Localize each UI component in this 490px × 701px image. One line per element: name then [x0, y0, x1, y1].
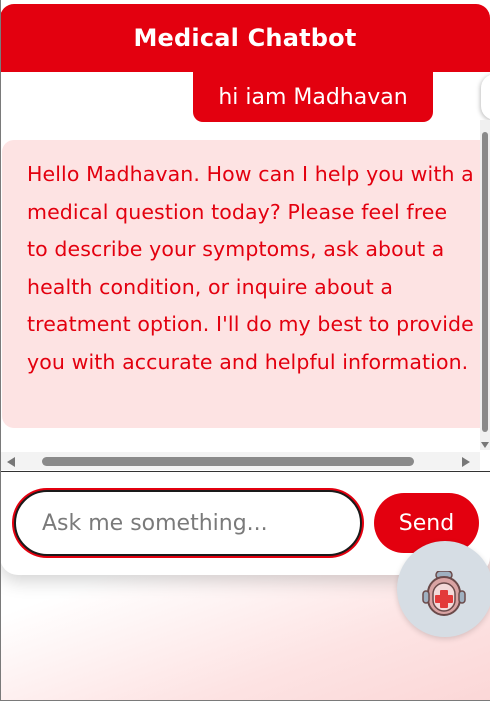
- horizontal-scroll-thumb[interactable]: [42, 457, 414, 466]
- bot-message: Hello Madhavan. How can I help you with …: [2, 140, 480, 428]
- scroll-left-arrow-icon[interactable]: [7, 457, 15, 467]
- scroll-right-arrow-icon[interactable]: [462, 457, 470, 467]
- user-message-text: hi iam Madhavan: [218, 84, 408, 110]
- bot-message-text: Hello Madhavan. How can I help you with …: [27, 162, 474, 374]
- chat-header: Medical Chatbot: [0, 4, 490, 72]
- vertical-scrollbar[interactable]: [480, 120, 490, 450]
- message-input[interactable]: [14, 490, 362, 556]
- scroll-down-arrow-icon[interactable]: [481, 442, 489, 448]
- vertical-scroll-thumb[interactable]: [482, 132, 488, 432]
- robot-doctor-icon: [422, 571, 466, 616]
- chat-window: Medical Chatbot hi iam Madhavan Hello Ma…: [0, 0, 490, 575]
- horizontal-scrollbar[interactable]: [0, 452, 480, 470]
- chatbot-launcher-button[interactable]: [397, 541, 490, 637]
- chat-title: Medical Chatbot: [133, 24, 357, 52]
- offscreen-element-edge: [481, 74, 490, 120]
- messages-list[interactable]: hi iam Madhavan Hello Madhavan. How can …: [0, 72, 480, 452]
- user-message: hi iam Madhavan: [193, 72, 433, 122]
